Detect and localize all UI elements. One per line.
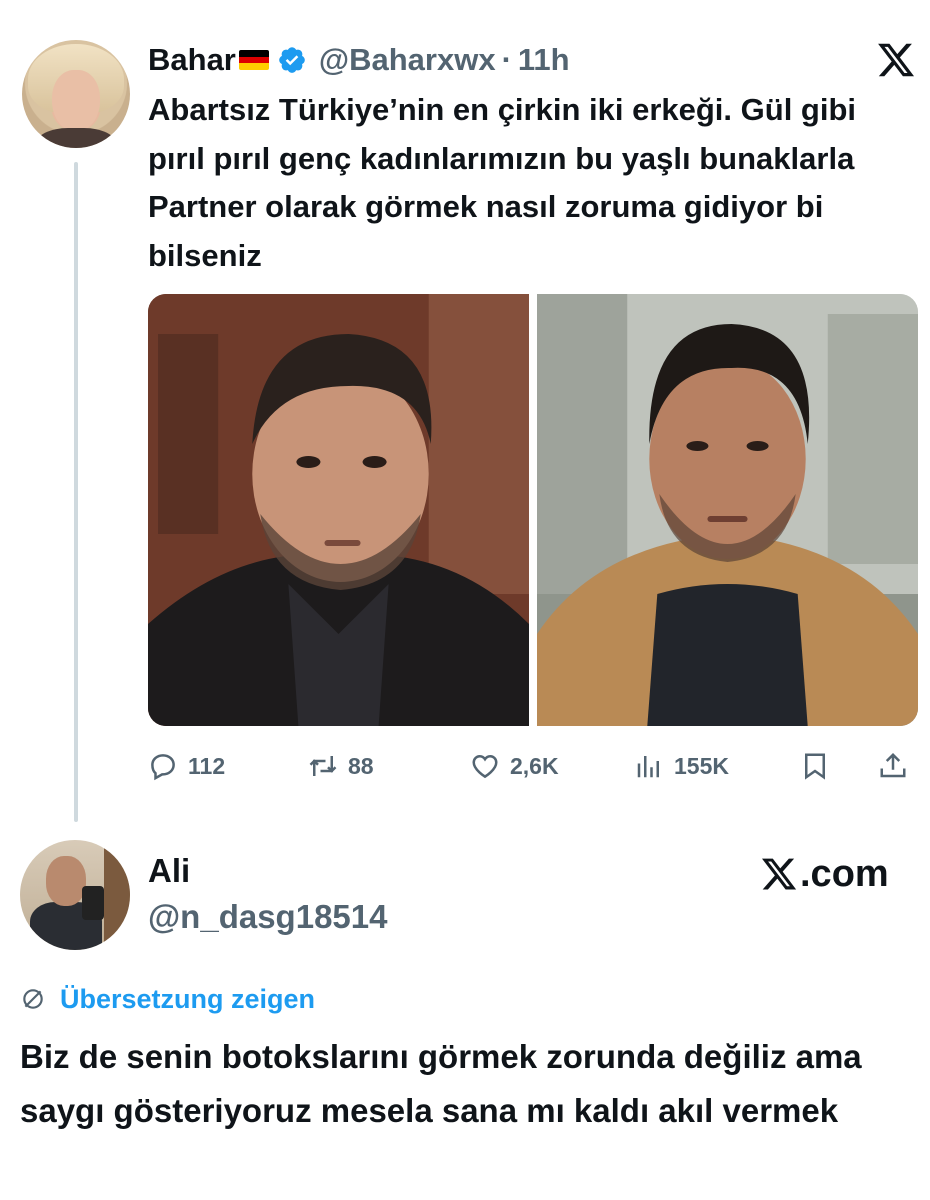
like-count: 2,6K	[510, 752, 559, 779]
retweet-button[interactable]: 88	[308, 746, 374, 786]
tweet-media[interactable]	[148, 294, 918, 726]
tweet-text: Abartsız Türkiye’nin en çirkin iki erkeğ…	[148, 92, 857, 273]
translate-icon	[23, 989, 43, 1009]
x-logo-icon	[761, 858, 797, 890]
separator-dot: ·	[501, 42, 512, 77]
reply-button[interactable]: 112	[148, 746, 225, 786]
bookmark-button[interactable]	[800, 746, 830, 786]
germany-flag-icon	[238, 50, 269, 70]
views-button[interactable]: 155K	[634, 746, 729, 786]
thread-line	[74, 162, 78, 822]
timestamp[interactable]: 11h	[518, 42, 570, 78]
x-com-watermark: .com	[760, 852, 889, 896]
views-count: 155K	[674, 752, 729, 779]
translate-label[interactable]: Übersetzung zeigen	[60, 984, 315, 1015]
display-name[interactable]: Bahar	[148, 42, 236, 78]
like-icon	[472, 754, 498, 779]
x-logo-icon	[876, 40, 916, 80]
x-com-label: .com	[800, 852, 889, 895]
share-icon	[880, 752, 906, 778]
media-photo-right[interactable]	[537, 294, 918, 726]
reply-count: 112	[188, 752, 226, 779]
reply-display-name[interactable]: Ali	[148, 852, 190, 890]
retweet-count: 88	[348, 752, 374, 779]
share-button[interactable]	[878, 746, 908, 786]
reply-handle[interactable]: @n_dasg18514	[148, 898, 387, 936]
bookmark-icon	[805, 753, 825, 780]
reply-text: Biz de senin botokslarını görmek zorunda…	[20, 1038, 862, 1129]
bahar-avatar[interactable]	[22, 40, 130, 148]
retweet-icon	[309, 756, 337, 776]
views-icon	[637, 756, 659, 778]
translate-link[interactable]: Übersetzung zeigen	[20, 980, 315, 1018]
ali-avatar[interactable]	[20, 840, 130, 950]
tweet-actions: 112 88 2,6K 155K	[148, 746, 918, 786]
tweet-screenshot: Bahar @Baharxwx · 11h Abartsız Türkiye’n…	[0, 0, 930, 1200]
media-photo-left[interactable]	[148, 294, 529, 726]
tweet-header: Bahar @Baharxwx · 11h	[148, 38, 570, 82]
verified-badge-icon	[277, 45, 307, 75]
like-button[interactable]: 2,6K	[470, 746, 559, 786]
reply-icon	[151, 754, 175, 781]
handle[interactable]: @Baharxwx	[319, 42, 496, 78]
